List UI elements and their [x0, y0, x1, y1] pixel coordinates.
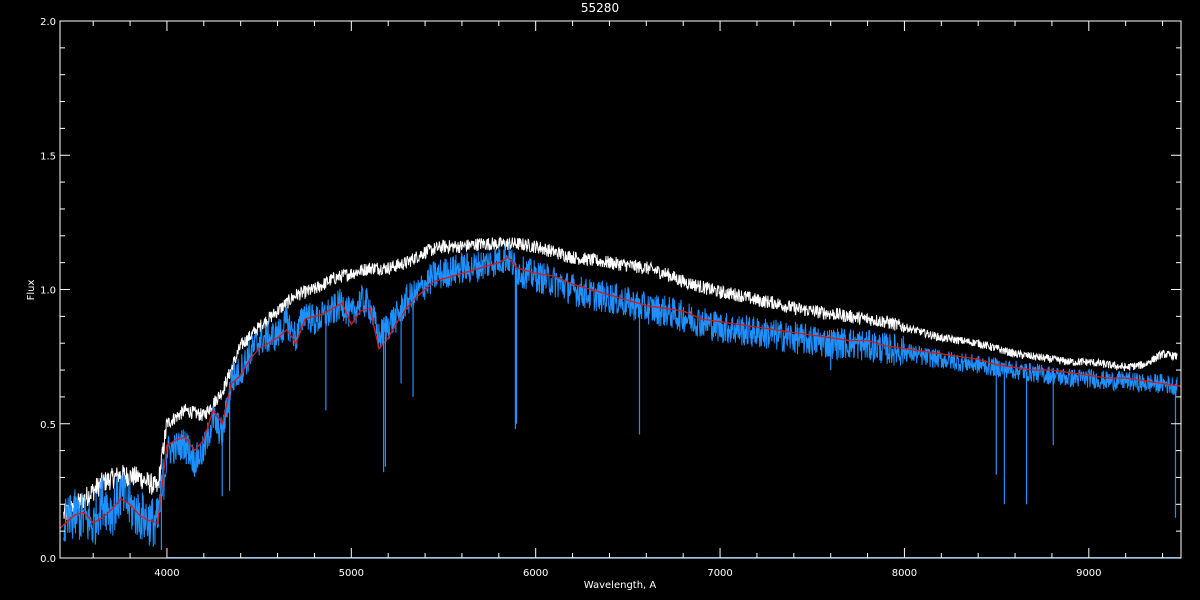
y-tick-label: 0.0: [40, 554, 56, 565]
spectrum-chart: 4000 5000 6000 7000 8000 90000.00.51.01.52.0 …: [0, 0, 1200, 600]
x-tick-label: 6000: [523, 568, 548, 579]
x-tick-label: 8000: [892, 568, 917, 579]
y-tick-label: 2.0: [40, 17, 56, 28]
x-axis-label: Wavelength, A: [584, 580, 657, 591]
y-tick-label: 1.0: [40, 286, 56, 297]
x-tick-label: 4000: [154, 568, 179, 579]
y-axis-label: Flux: [26, 280, 37, 301]
y-tick-label: 0.5: [40, 420, 56, 431]
x-tick-label: 5000: [339, 568, 364, 579]
chart-title: 55280: [581, 1, 619, 15]
x-tick-label: 9000: [1076, 568, 1101, 579]
x-tick-label: 7000: [707, 568, 732, 579]
y-tick-label: 1.5: [40, 151, 56, 162]
